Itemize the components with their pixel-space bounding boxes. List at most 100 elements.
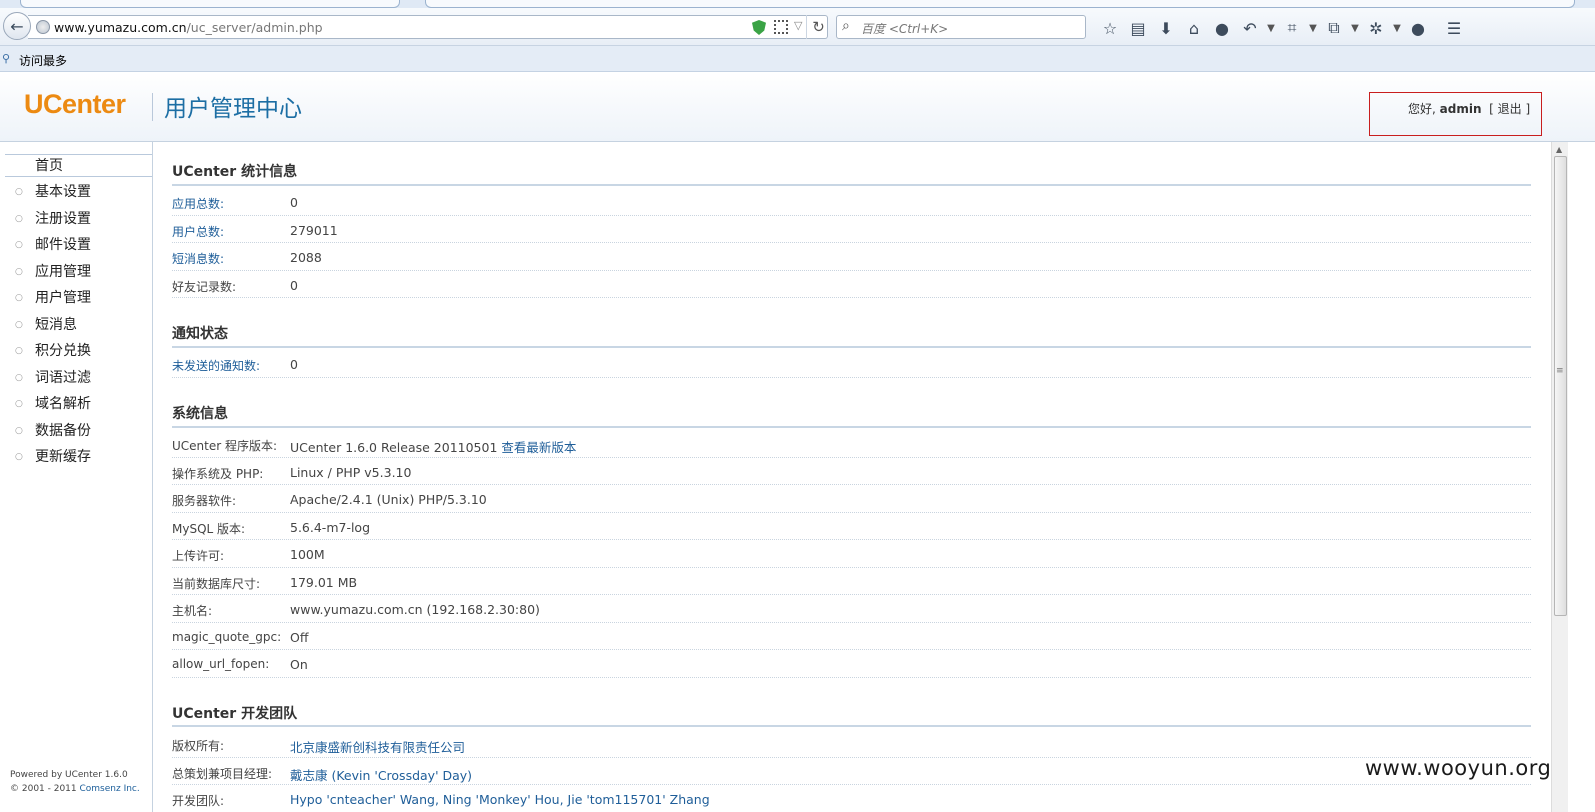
sidebar-item-label: 更新缓存	[35, 449, 91, 465]
app-count-link[interactable]: 应用总数:	[172, 195, 224, 212]
sidebar-item-home[interactable]: 首页	[5, 154, 152, 177]
sidebar-item-label: 词语过滤	[35, 369, 91, 386]
sidebar-item-label: 首页	[35, 158, 63, 174]
url-text[interactable]: www.yumazu.com.cn/uc_server/admin.php	[54, 20, 323, 35]
info-label: 上传许可:	[172, 549, 225, 563]
undo-dropdown-icon[interactable]: ▼	[1264, 23, 1278, 34]
download-icon[interactable]: ⬇	[1152, 19, 1180, 38]
sidebar-item-basic-settings[interactable]: ○ 基本设置	[0, 179, 152, 206]
table-row: 主机名: www.yumazu.com.cn (192.168.2.30:80)	[172, 595, 1531, 623]
sidebar-item-credit-exchange[interactable]: ○ 积分兑换	[0, 338, 152, 365]
browser-tab[interactable]	[20, 0, 400, 8]
table-row: 未发送的通知数: 0	[172, 350, 1531, 378]
section-divider	[172, 346, 1531, 348]
section-divider	[172, 426, 1531, 428]
address-bar[interactable]: www.yumazu.com.cn/uc_server/admin.php ▽ …	[28, 15, 828, 39]
info-label: 操作系统及 PHP:	[172, 466, 264, 481]
table-row: 版权所有: 北京康盛新创科技有限责任公司	[172, 730, 1531, 758]
sidebar-item-update-cache[interactable]: ○ 更新缓存	[0, 444, 152, 471]
sidebar-item-user-management[interactable]: ○ 用户管理	[0, 285, 152, 312]
sidebar-menu: 首页 ○ 基本设置 ○ 注册设置 ○ 邮件设置 ○ 应用管理 ○ 用户管理 ○ 短消息 ○ 积…	[0, 154, 152, 471]
greeting-text: 您好,	[1408, 102, 1436, 116]
section-title-notify: 通知状态	[172, 326, 228, 342]
sidebar-item-app-management[interactable]: ○ 应用管理	[0, 259, 152, 286]
sidebar-item-mail-settings[interactable]: ○ 邮件设置	[0, 232, 152, 259]
info-label: 主机名:	[172, 604, 213, 618]
reading-list-icon[interactable]: ▤	[1124, 19, 1152, 38]
search-box[interactable]: ⌕ 百度 <Ctrl+K>	[836, 15, 1086, 39]
bullet-icon: ○	[15, 266, 23, 277]
dev-team-link[interactable]: Hypo 'cnteacher' Wang, Ning 'Monkey' Hou…	[290, 792, 710, 807]
sidebar-item-data-backup[interactable]: ○ 数据备份	[0, 418, 152, 445]
manager-link[interactable]: 戴志康 (Kevin 'Crossday' Day)	[290, 765, 472, 784]
info-value: www.yumazu.com.cn (192.168.2.30:80)	[290, 602, 540, 617]
reload-icon[interactable]: ↻	[806, 15, 830, 39]
navigation-toolbar: www.yumazu.com.cn/uc_server/admin.php ▽ …	[0, 8, 1595, 46]
back-button[interactable]: ←	[3, 12, 31, 40]
table-row: 操作系统及 PHP: Linux / PHP v5.3.10	[172, 458, 1531, 485]
message-icon[interactable]: ●	[1404, 19, 1432, 38]
message-count-value: 2088	[290, 250, 322, 265]
table-row: 上传许可: 100M	[172, 540, 1531, 568]
company-link[interactable]: 北京康盛新创科技有限责任公司	[290, 737, 465, 756]
share-dropdown-icon[interactable]: ▼	[1348, 23, 1362, 34]
tab-strip	[0, 0, 1595, 8]
sidebar-item-word-filter[interactable]: ○ 词语过滤	[0, 365, 152, 392]
section-divider	[172, 725, 1531, 727]
sidebar-item-label: 用户管理	[35, 290, 91, 306]
powered-by-text: Powered by UCenter 1.6.0	[10, 770, 128, 780]
user-count-value: 279011	[290, 222, 338, 238]
sidebar-item-label: 积分兑换	[35, 343, 91, 359]
pending-notify-link[interactable]: 未发送的通知数:	[172, 357, 260, 374]
search-icon: ⌕	[842, 18, 850, 34]
globe-icon	[36, 20, 50, 34]
shield-icon[interactable]	[752, 20, 766, 35]
undo-icon[interactable]: ↶	[1236, 19, 1264, 38]
table-row: 短消息数: 2088	[172, 243, 1531, 271]
browser-tab-active[interactable]	[425, 0, 1575, 8]
app-header: UCenter 用户管理中心 您好, admin [ 退出 ]	[0, 72, 1595, 142]
table-row: 服务器软件: Apache/2.4.1 (Unix) PHP/5.3.10	[172, 485, 1531, 513]
home-icon[interactable]: ⌂	[1180, 19, 1208, 38]
version-value: UCenter 1.6.0 Release 20110501 查看最新版本	[290, 440, 577, 455]
bookmarks-toolbar: ⚲ 访问最多	[0, 46, 1595, 72]
bullet-icon: ○	[15, 213, 23, 224]
section-title-sysinfo: 系统信息	[172, 406, 228, 422]
sidebar-item-messages[interactable]: ○ 短消息	[0, 312, 152, 339]
info-value: Linux / PHP v5.3.10	[290, 464, 412, 480]
chat-icon[interactable]: ●	[1208, 19, 1236, 38]
most-visited-bookmark[interactable]: 访问最多	[19, 52, 67, 69]
friend-count-value: 0	[290, 277, 298, 293]
bookmark-star-icon[interactable]: ☆	[1096, 19, 1124, 38]
table-row: 好友记录数: 0	[172, 271, 1531, 298]
info-label: 当前数据库尺寸:	[172, 576, 261, 591]
user-count-link[interactable]: 用户总数:	[172, 223, 224, 240]
bookmark-folder-icon: ⚲	[2, 52, 11, 65]
share-icon[interactable]: ⧉	[1320, 18, 1348, 38]
bullet-icon: ○	[15, 425, 23, 436]
crop-dropdown-icon[interactable]: ▼	[1306, 23, 1320, 34]
menu-icon[interactable]: ☰	[1440, 19, 1468, 38]
check-latest-version-link[interactable]: 查看最新版本	[501, 440, 576, 455]
ucenter-logo[interactable]: UCenter	[24, 89, 126, 120]
scrollbar-thumb[interactable]	[1554, 156, 1567, 616]
pending-notify-value: 0	[290, 357, 298, 372]
comsenz-link[interactable]: Comsenz Inc.	[80, 784, 140, 794]
crop-icon[interactable]: ⌗	[1278, 18, 1306, 38]
sidebar-item-label: 基本设置	[35, 184, 91, 200]
message-count-link[interactable]: 短消息数:	[172, 250, 224, 267]
addon-icon[interactable]: ✲	[1362, 19, 1390, 38]
bullet-icon: ○	[15, 240, 23, 250]
scroll-up-icon[interactable]: ▲	[1556, 145, 1562, 154]
vertical-scrollbar[interactable]: ▲ ≡	[1551, 142, 1568, 812]
info-value: Off	[290, 629, 309, 645]
page-title: 用户管理中心	[164, 96, 302, 122]
sidebar-item-register-settings[interactable]: ○ 注册设置	[0, 206, 152, 233]
history-dropdown-icon[interactable]: ▽	[794, 19, 802, 32]
sidebar-item-label: 注册设置	[35, 210, 91, 227]
addon-dropdown-icon[interactable]: ▼	[1390, 23, 1404, 34]
logout-link[interactable]: [ 退出 ]	[1489, 102, 1530, 116]
info-label: allow_url_fopen:	[172, 657, 270, 671]
qr-code-icon[interactable]	[774, 20, 788, 34]
sidebar-item-dns[interactable]: ○ 域名解析	[0, 391, 152, 418]
